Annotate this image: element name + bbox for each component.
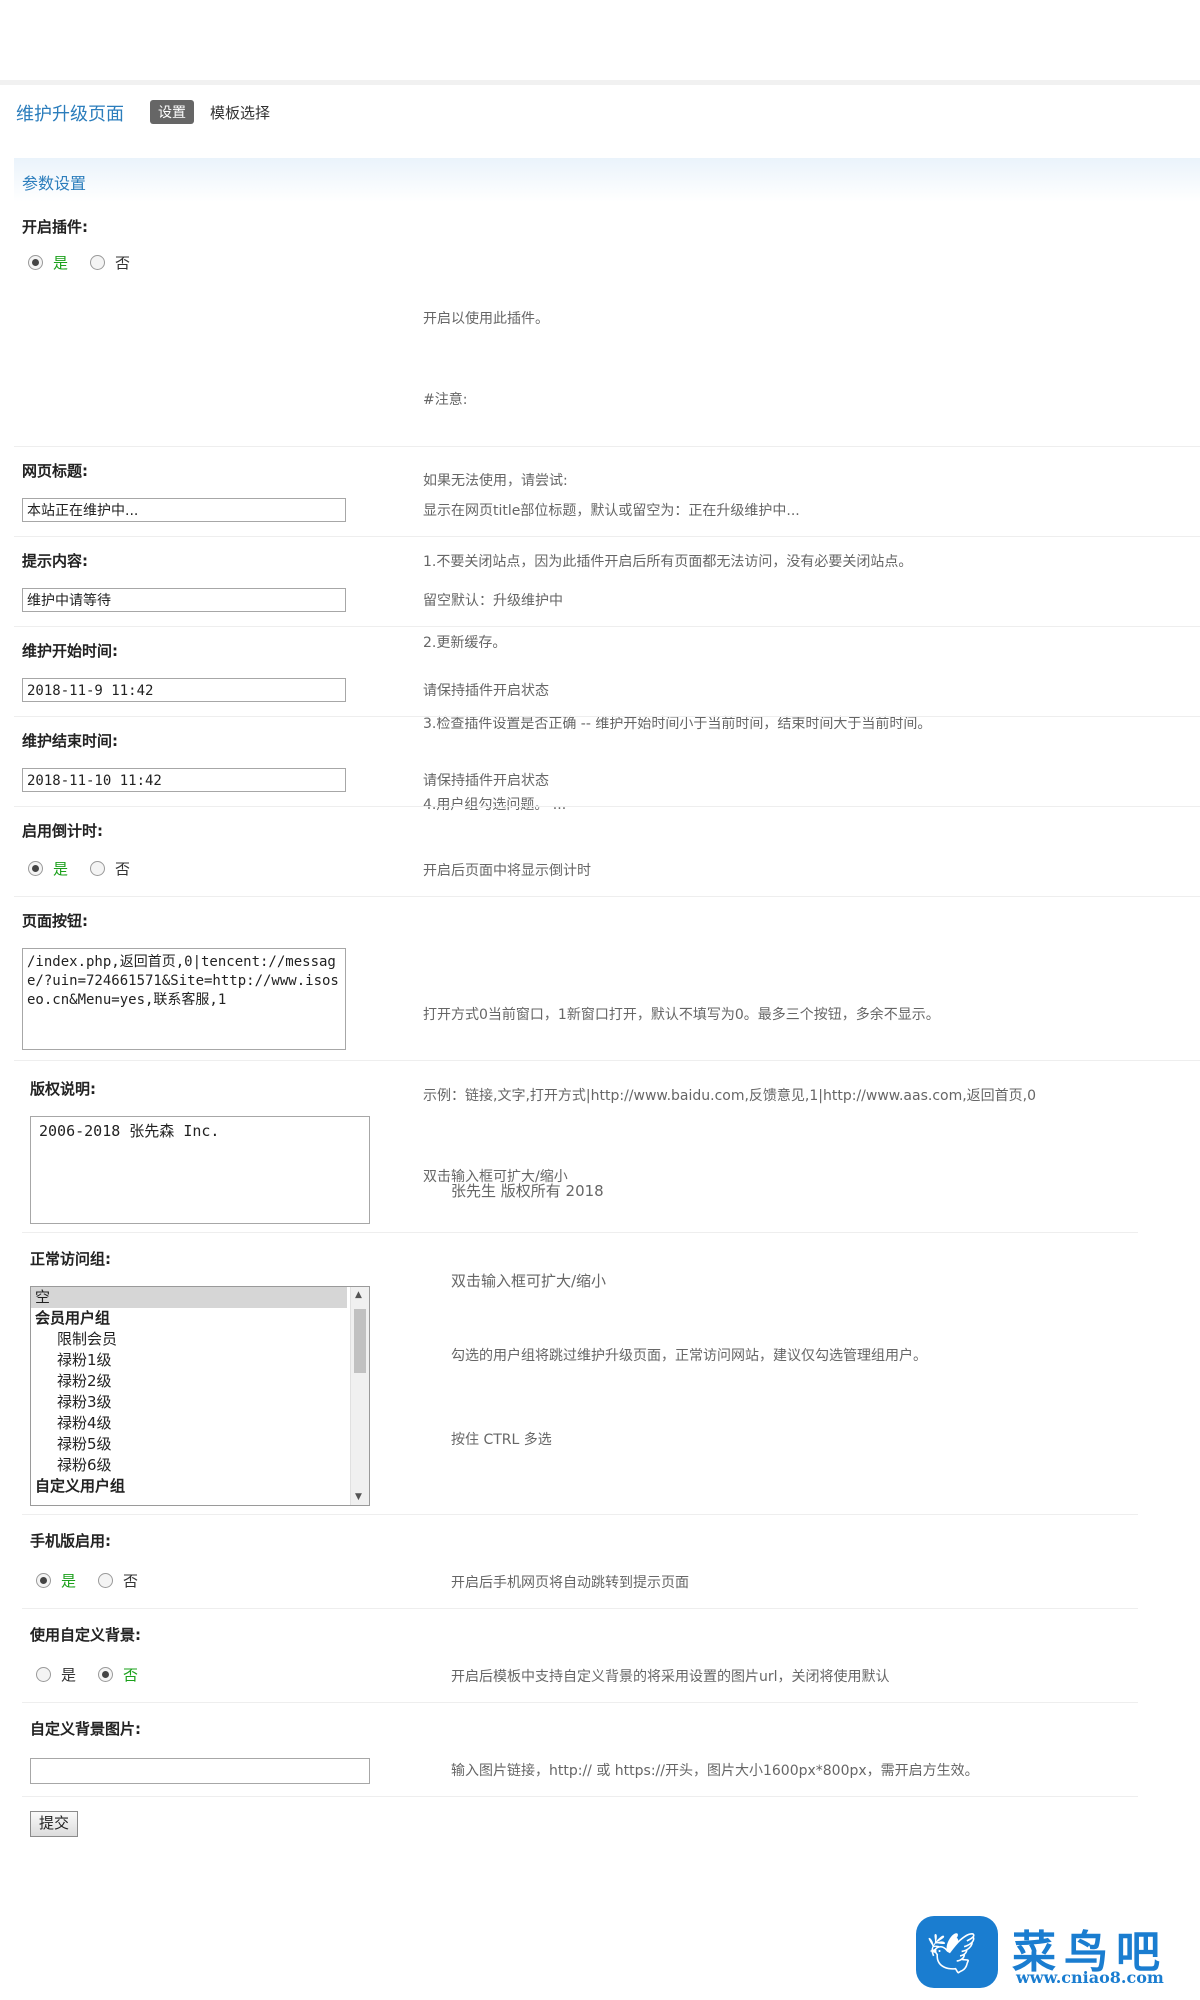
page-title-label: 网页标题: xyxy=(22,462,88,480)
custom-bg-desc: 开启后模板中支持自定义背景的将采用设置的图片url，关闭将使用默认 xyxy=(451,1669,890,1685)
end-time-label: 维护结束时间: xyxy=(22,732,118,750)
list-item[interactable]: 自定义用户组 xyxy=(31,1476,369,1497)
mobile-yes-label: 是 xyxy=(61,1572,77,1590)
title-bar: 维护升级页面 设置 模板选择 xyxy=(0,92,1200,132)
prompt-label: 提示内容: xyxy=(22,552,88,570)
custom-bg-no-label: 否 xyxy=(123,1666,139,1684)
custom-bg-no-radio[interactable] xyxy=(98,1667,114,1682)
enable-plugin-yes-radio[interactable] xyxy=(28,255,43,270)
scroll-thumb[interactable] xyxy=(354,1309,366,1373)
end-time-input[interactable]: 2018-11-10 11:42 xyxy=(22,768,346,792)
list-item[interactable]: 禄粉6级 xyxy=(31,1455,369,1476)
mobile-no-label: 否 xyxy=(123,1572,139,1590)
bg-image-label: 自定义背景图片: xyxy=(30,1720,141,1738)
top-bar xyxy=(0,0,1200,85)
countdown-no-radio[interactable] xyxy=(90,861,106,876)
enable-plugin-no-label: 否 xyxy=(115,254,131,272)
access-groups-label: 正常访问组: xyxy=(30,1250,111,1268)
bg-image-desc: 输入图片链接，http:// 或 https://开头，图片大小1600px*8… xyxy=(451,1763,979,1779)
desc-line: 开启以使用此插件。 xyxy=(423,311,549,327)
enable-plugin-yes-label: 是 xyxy=(53,254,69,272)
row-divider xyxy=(22,1608,1138,1609)
row-divider xyxy=(14,806,1200,807)
row-divider xyxy=(22,1702,1138,1703)
row-divider xyxy=(22,1514,1138,1515)
buttons-label: 页面按钮: xyxy=(22,912,88,930)
row-divider xyxy=(14,896,1200,897)
countdown-no-label: 否 xyxy=(115,860,131,878)
list-item[interactable]: 禄粉1级 xyxy=(31,1350,369,1371)
row-divider xyxy=(22,1232,1138,1233)
end-time-desc: 请保持插件开启状态 xyxy=(423,773,549,789)
list-item[interactable]: 会员用户组 xyxy=(31,1308,369,1329)
list-item[interactable]: 禄粉3级 xyxy=(31,1392,369,1413)
enable-plugin-no-radio[interactable] xyxy=(90,255,106,270)
row-divider xyxy=(14,536,1200,537)
row-divider xyxy=(22,1796,1138,1797)
prompt-input[interactable]: 维护中请等待 xyxy=(22,588,346,612)
list-item[interactable]: 限制会员 xyxy=(31,1329,369,1350)
site-logo: 🕊 菜鸟吧 www.cniao8.com xyxy=(916,1916,1186,1988)
prompt-desc: 留空默认：升级维护中 xyxy=(423,593,563,609)
list-item[interactable]: 禄粉5级 xyxy=(31,1434,369,1455)
copyright-textarea[interactable]: 2006-2018 张先森 Inc. xyxy=(30,1116,370,1224)
listbox-scrollbar[interactable]: ▲ ▼ xyxy=(350,1287,369,1505)
page-title-input[interactable]: 本站正在维护中... xyxy=(22,498,346,522)
row-divider xyxy=(14,446,1200,447)
copyright-label: 版权说明: xyxy=(30,1080,96,1098)
desc-line: 1.不要关闭站点，因为此插件开启后所有页面都无法访问，没有必要关闭站点。 xyxy=(423,554,913,570)
tab-settings[interactable]: 设置 xyxy=(150,100,194,124)
start-time-label: 维护开始时间: xyxy=(22,642,118,660)
access-groups-listbox[interactable]: 空 会员用户组 限制会员 禄粉1级 禄粉2级 禄粉3级 禄粉4级 禄粉5级 禄粉… xyxy=(30,1286,370,1506)
buttons-textarea[interactable]: /index.php,返回首页,0|tencent://message/?uin… xyxy=(22,948,346,1050)
desc-line: 示例：链接,文字,打开方式|http://www.baidu.com,反馈意见,… xyxy=(423,1088,1037,1104)
enable-plugin-radio-group: 是 否 xyxy=(28,252,152,273)
section-header: 参数设置 xyxy=(14,158,1200,202)
row-divider xyxy=(14,716,1200,717)
countdown-label: 启用倒计时: xyxy=(22,822,103,840)
countdown-yes-label: 是 xyxy=(53,860,69,878)
custom-bg-yes-radio[interactable] xyxy=(36,1667,51,1682)
desc-line: 2.更新缓存。 xyxy=(423,635,507,651)
desc-line: 张先生 版权所有 2018 xyxy=(451,1182,604,1200)
desc-line: #注意: xyxy=(423,392,468,408)
desc-line: 如果无法使用，请尝试: xyxy=(423,473,568,489)
list-item[interactable]: 禄粉4级 xyxy=(31,1413,369,1434)
mobile-label: 手机版启用: xyxy=(30,1532,111,1550)
row-divider xyxy=(14,1060,1200,1061)
custom-bg-label: 使用自定义背景: xyxy=(30,1626,141,1644)
bird-icon: 🕊 xyxy=(926,1931,977,1977)
enable-plugin-label: 开启插件: xyxy=(22,218,88,236)
enable-plugin-desc: 开启以使用此插件。 #注意: 如果无法使用，请尝试: 1.不要关闭站点，因为此插… xyxy=(423,252,931,846)
desc-line: 勾选的用户组将跳过维护升级页面，正常访问网站，建议仅勾选管理组用户。 xyxy=(451,1348,927,1364)
tab-template-select[interactable]: 模板选择 xyxy=(210,102,270,123)
row-divider xyxy=(14,626,1200,627)
section-title: 参数设置 xyxy=(22,174,87,193)
submit-button[interactable]: 提交 xyxy=(30,1811,79,1837)
mobile-no-radio[interactable] xyxy=(98,1573,114,1588)
desc-line: 按住 CTRL 多选 xyxy=(451,1432,552,1448)
countdown-desc: 开启后页面中将显示倒计时 xyxy=(423,863,591,879)
mobile-radio-group: 是 否 xyxy=(36,1570,160,1591)
custom-bg-radio-group: 是 否 xyxy=(36,1664,160,1685)
access-groups-desc: 勾选的用户组将跳过维护升级页面，正常访问网站，建议仅勾选管理组用户。 按住 CT… xyxy=(451,1286,927,1482)
countdown-yes-radio[interactable] xyxy=(28,861,43,876)
list-item[interactable]: 空 xyxy=(31,1287,347,1308)
page-title: 维护升级页面 xyxy=(16,104,124,125)
logo-url: www.cniao8.com xyxy=(1016,1968,1164,1987)
logo-bubble: 🕊 xyxy=(916,1916,998,1988)
list-item[interactable]: 禄粉2级 xyxy=(31,1371,369,1392)
start-time-input[interactable]: 2018-11-9 11:42 xyxy=(22,678,346,702)
scroll-up-icon[interactable]: ▲ xyxy=(355,1290,362,1300)
bg-image-input[interactable] xyxy=(30,1758,370,1784)
page-title-desc: 显示在网页title部位标题，默认或留空为：正在升级维护中... xyxy=(423,503,800,519)
desc-line: 打开方式0当前窗口，1新窗口打开，默认不填写为0。最多三个按钮，多余不显示。 xyxy=(423,1007,940,1023)
scroll-down-icon[interactable]: ▼ xyxy=(355,1492,362,1502)
start-time-desc: 请保持插件开启状态 xyxy=(423,683,549,699)
mobile-yes-radio[interactable] xyxy=(36,1573,51,1588)
mobile-desc: 开启后手机网页将自动跳转到提示页面 xyxy=(451,1575,689,1591)
custom-bg-yes-label: 是 xyxy=(61,1666,77,1684)
countdown-radio-group: 是 否 xyxy=(28,858,152,879)
